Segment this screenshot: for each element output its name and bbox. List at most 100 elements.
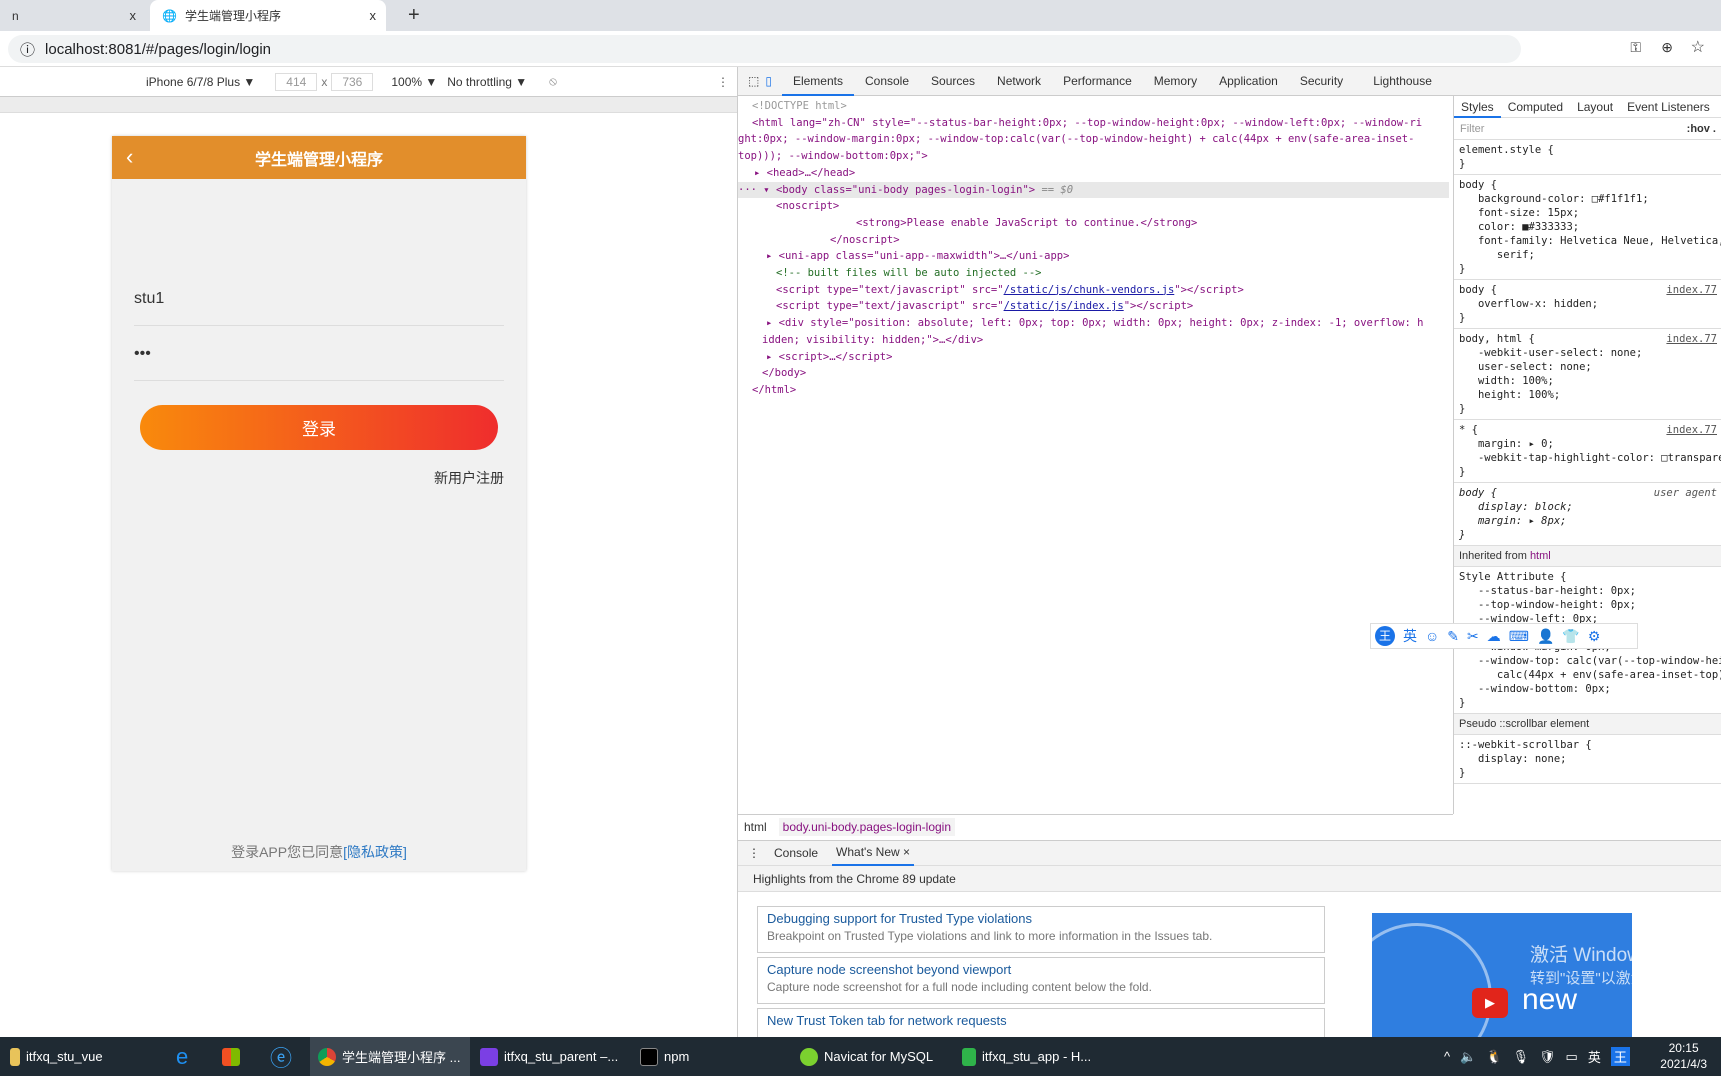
tab-computed[interactable]: Computed: [1501, 100, 1570, 114]
browser-tab[interactable]: nx: [0, 0, 146, 31]
tab-layout[interactable]: Layout: [1570, 100, 1620, 114]
browser-tab-active[interactable]: 🌐 学生端管理小程序 x: [150, 0, 386, 31]
taskbar-item-active[interactable]: 学生端管理小程序 ...: [310, 1037, 470, 1076]
rotate-icon[interactable]: ⦸: [549, 74, 557, 89]
source-link[interactable]: index.77: [1666, 332, 1717, 346]
edge-icon[interactable]: e: [176, 1037, 188, 1076]
highlights-heading: Highlights from the Chrome 89 update: [738, 866, 1721, 892]
styles-filter-input[interactable]: Filter:hov .: [1454, 118, 1721, 140]
qq-icon[interactable]: 🐧: [1486, 1049, 1502, 1065]
script-link[interactable]: /static/js/chunk-vendors.js: [1004, 284, 1175, 296]
taskbar-item[interactable]: itfxq_stu_parent –...: [480, 1037, 618, 1076]
width-input[interactable]: 414: [275, 72, 318, 91]
tab-elements[interactable]: Elements: [781, 67, 854, 96]
dom-node[interactable]: <script>…</script>: [779, 351, 893, 363]
breadcrumb-body[interactable]: body.uni-body.pages-login-login: [778, 817, 956, 836]
throttle-select[interactable]: No throttling ▼: [447, 75, 527, 89]
security-icon[interactable]: 🛡: [1539, 1049, 1556, 1065]
login-button[interactable]: 登录: [140, 405, 498, 450]
shirt-icon[interactable]: 👕: [1562, 628, 1579, 645]
tab-performance[interactable]: Performance: [1052, 67, 1143, 96]
network-icon[interactable]: ▭: [1566, 1049, 1578, 1065]
style-rule[interactable]: element.style { }: [1454, 140, 1721, 175]
username-input[interactable]: stu1: [134, 272, 504, 326]
cloud-icon[interactable]: ☁: [1487, 628, 1501, 645]
taskbar-item[interactable]: itfxq_stu_app - H...: [962, 1037, 1091, 1076]
terminal-icon: [640, 1047, 658, 1066]
close-icon[interactable]: ×: [903, 845, 910, 859]
dom-node[interactable]: <noscript>: [752, 198, 1449, 215]
more-options-icon[interactable]: ⋮: [717, 75, 729, 89]
store-icon[interactable]: [222, 1037, 240, 1076]
style-rule[interactable]: index.77 * { margin: ▸ 0; -webkit-tap-hig…: [1454, 420, 1721, 483]
device-toggle-icon[interactable]: ▯: [765, 74, 772, 88]
privacy-policy-link[interactable]: [隐私政策]: [343, 844, 407, 860]
taskbar-item[interactable]: Navicat for MySQL: [800, 1037, 933, 1076]
ime-language-toggle[interactable]: 英: [1403, 626, 1417, 646]
style-rule[interactable]: user agent body { display: block; margin:…: [1454, 483, 1721, 546]
key-icon[interactable]: ⚿: [1630, 39, 1641, 56]
feature-card[interactable]: Capture node screenshot beyond viewport C…: [757, 957, 1325, 1004]
back-arrow-icon[interactable]: ‹: [126, 144, 133, 170]
input-language[interactable]: 英: [1588, 1047, 1601, 1066]
tab-security[interactable]: Security: [1289, 67, 1354, 96]
breadcrumb-html[interactable]: html: [744, 820, 767, 834]
dom-comment[interactable]: <!-- built files will be auto injected -…: [752, 265, 1449, 282]
tab-styles[interactable]: Styles: [1454, 96, 1501, 118]
taskbar-item[interactable]: itfxq_stu_vue: [10, 1037, 103, 1076]
style-rule[interactable]: index.77 body, html { -webkit-user-select…: [1454, 329, 1721, 420]
dom-node[interactable]: <div style="position: absolute; left: 0p…: [779, 317, 1424, 329]
tab-console[interactable]: Console: [854, 67, 920, 96]
user-icon[interactable]: 👤: [1537, 628, 1554, 645]
feature-card[interactable]: Debugging support for Trusted Type viola…: [757, 906, 1325, 953]
pen-icon[interactable]: ✎: [1447, 628, 1459, 645]
tab-event-listeners[interactable]: Event Listeners: [1620, 100, 1717, 114]
ie-icon[interactable]: ⓔ: [270, 1037, 292, 1076]
keyboard-icon[interactable]: ⌨: [1509, 628, 1529, 645]
bookmark-star-icon[interactable]: ☆: [1691, 37, 1705, 57]
tab-sources[interactable]: Sources: [920, 67, 986, 96]
emoji-icon[interactable]: ☺: [1425, 628, 1439, 644]
dom-node-selected[interactable]: <body class="uni-body pages-login-login"…: [776, 184, 1035, 196]
close-tab-icon[interactable]: x: [370, 8, 377, 23]
clock[interactable]: 20:15 2021/4/3: [1660, 1040, 1707, 1072]
drawer-menu-icon[interactable]: ⋮: [748, 846, 760, 860]
volume-icon[interactable]: 🔈: [1460, 1049, 1476, 1065]
ime-tray-icon[interactable]: 王: [1610, 1047, 1630, 1066]
settings-icon[interactable]: ⚙: [1588, 628, 1601, 645]
source-link[interactable]: index.77: [1666, 423, 1717, 437]
device-select[interactable]: iPhone 6/7/8 Plus ▼: [146, 75, 255, 89]
hov-button[interactable]: :hov .: [1687, 123, 1716, 135]
style-rule[interactable]: ::-webkit-scrollbar { display: none; }: [1454, 735, 1721, 784]
close-tab-icon[interactable]: x: [130, 8, 137, 23]
height-input[interactable]: 736: [331, 72, 374, 91]
phone-screen: ‹ 学生端管理小程序 stu1 ••• 登录 新用户注册 登录APP您已同意[隐…: [112, 136, 526, 871]
tab-network[interactable]: Network: [986, 67, 1052, 96]
source-link[interactable]: index.77: [1666, 283, 1717, 297]
tab-lighthouse[interactable]: Lighthouse: [1362, 67, 1443, 96]
new-tab-button[interactable]: +: [396, 0, 432, 31]
zoom-icon[interactable]: ⊕: [1661, 39, 1673, 56]
tray-expand-icon[interactable]: ^: [1444, 1049, 1450, 1064]
drawer-tab-whats-new[interactable]: What's New ×: [832, 840, 915, 866]
dom-node[interactable]: <!DOCTYPE html>: [752, 98, 1449, 115]
dom-node[interactable]: <uni-app class="uni-app--maxwidth">…</un…: [779, 250, 1070, 262]
url-input[interactable]: ⓘ localhost:8081/#/pages/login/login: [8, 35, 1521, 63]
ime-logo[interactable]: 王: [1375, 626, 1395, 646]
zoom-select[interactable]: 100% ▼: [391, 75, 437, 89]
style-rule[interactable]: body { background-color: □#f1f1f1; font-…: [1454, 175, 1721, 280]
inspect-element-icon[interactable]: ⬚: [748, 74, 759, 88]
style-rule[interactable]: index.77 body { overflow-x: hidden; }: [1454, 280, 1721, 329]
register-link[interactable]: 新用户注册: [434, 468, 504, 488]
mic-icon[interactable]: 🎙: [1512, 1049, 1529, 1065]
drawer-tab-console[interactable]: Console: [774, 846, 818, 860]
tab-memory[interactable]: Memory: [1143, 67, 1208, 96]
inherited-tag[interactable]: html: [1530, 550, 1551, 562]
taskbar-item[interactable]: npm: [640, 1037, 689, 1076]
password-input[interactable]: •••: [134, 327, 504, 381]
dom-node[interactable]: <head>…</head>: [767, 167, 856, 179]
scissors-icon[interactable]: ✂: [1467, 628, 1479, 645]
script-link[interactable]: /static/js/index.js: [1004, 300, 1124, 312]
tab-application[interactable]: Application: [1208, 67, 1289, 96]
dom-node[interactable]: <html lang="zh-CN" style="--status-bar-h…: [752, 115, 1449, 132]
